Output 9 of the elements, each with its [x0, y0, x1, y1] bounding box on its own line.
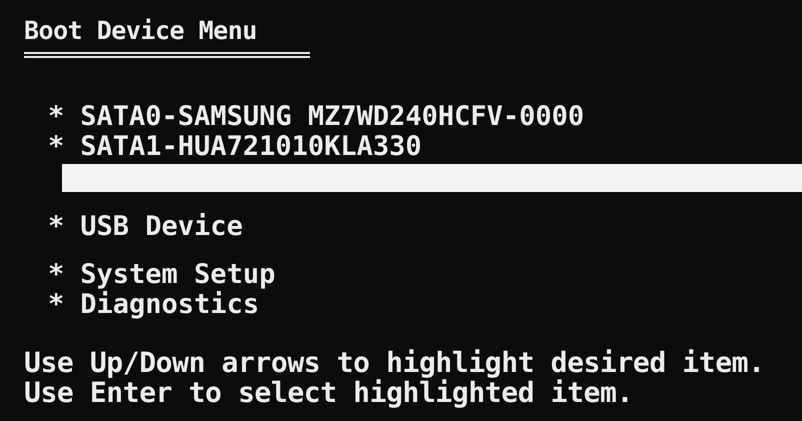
highlight-bar[interactable]	[62, 164, 802, 192]
instruction-text: Use Enter to select highlighted item.	[24, 378, 634, 408]
boot-option[interactable]: * System Setup	[48, 260, 802, 290]
boot-option[interactable]: * SATA0-SAMSUNG MZ7WD240HCFV-0000	[48, 102, 802, 132]
boot-option[interactable]: * Diagnostics	[48, 290, 802, 320]
instruction-text: Use Up/Down arrows to highlight desired item.	[24, 348, 766, 378]
boot-option[interactable]: * SATA1-HUA721010KLA330	[48, 132, 802, 162]
boot-option[interactable]: * USB Device	[48, 212, 802, 242]
menu-title: Boot Device Menu	[24, 15, 258, 47]
